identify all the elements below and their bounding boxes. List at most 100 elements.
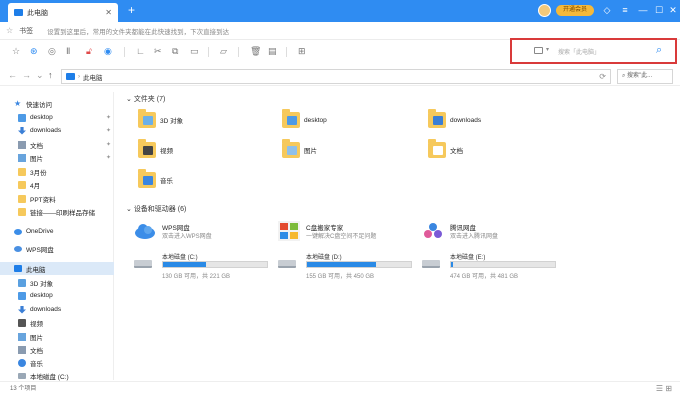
minimize-button[interactable]: — — [636, 3, 650, 17]
history-chevron-icon[interactable]: ⌄ — [36, 70, 44, 81]
lock-icon[interactable]: 🔓︎ — [86, 46, 92, 57]
close-tab-icon[interactable]: ✕ — [105, 8, 112, 17]
folder-desktop[interactable]: desktop — [282, 109, 327, 128]
search-input[interactable]: 搜索「此电脑」 — [558, 47, 600, 56]
pin-icon: ✦ — [105, 142, 111, 148]
windows-icon — [278, 221, 300, 241]
sidebar-item-music[interactable]: 音乐 — [0, 356, 114, 369]
folder-downloads[interactable]: downloads — [428, 109, 481, 128]
computer-icon — [14, 265, 22, 272]
sidebar-item-label: desktop — [30, 114, 53, 121]
sidebar-item-desktop[interactable]: desktop ✦ — [0, 111, 114, 124]
cut-icon[interactable]: ✂ — [154, 46, 162, 57]
sidebar-item-label: 音乐 — [30, 360, 43, 368]
bookmark-label[interactable]: 书签 — [19, 26, 33, 36]
bookmark-star-icon[interactable]: ☆ — [6, 26, 13, 35]
sidebar-item-label: 链接——印刷样品存储 — [30, 209, 95, 217]
sidebar-item-this-pc[interactable]: 此电脑 — [0, 262, 114, 275]
sidebar-item-label: 3月份 — [30, 169, 47, 177]
devices-group-header[interactable]: ⌄ 设备和驱动器 (6) — [126, 204, 186, 214]
address-bar[interactable]: › 此电脑 ⟳ — [61, 69, 611, 84]
vip-button[interactable]: 开通会员 — [556, 5, 594, 16]
share-icon[interactable]: ◎ — [48, 46, 56, 57]
new-folder-icon[interactable]: ▱ — [220, 46, 227, 57]
wps-cloud-icon — [14, 245, 22, 252]
app-sub: 一键解决C盘空间不足问题 — [306, 234, 377, 240]
folder-pictures[interactable]: 图片 — [282, 139, 317, 158]
sidebar-item-videos[interactable]: 视频 — [0, 316, 114, 329]
refresh-icon[interactable]: ⟳ — [599, 72, 606, 81]
search-box[interactable]: ▾ 搜索「此电脑」 ⌕ — [510, 38, 677, 64]
music-icon — [18, 358, 26, 367]
sidebar-item-downloads-2[interactable]: downloads — [0, 303, 114, 316]
pause-icon[interactable]: Ⅱ — [66, 46, 70, 57]
sidebar-item-ppt[interactable]: PPT资料 — [0, 192, 114, 205]
chevron-down-icon[interactable]: ▾ — [546, 46, 549, 53]
drive-icon — [278, 260, 296, 268]
app-sub: 双击进入腾讯网盘 — [450, 234, 499, 240]
new-tab-button[interactable]: + — [128, 4, 135, 16]
sidebar-item-label: WPS网盘 — [26, 246, 54, 254]
search-icon[interactable]: ⌕ — [656, 44, 662, 57]
sidebar-item-quick-access[interactable]: ★ 快速访问 — [0, 97, 114, 110]
folder-documents[interactable]: 文档 — [428, 139, 463, 158]
scope-icon[interactable] — [534, 47, 543, 54]
folder-icon — [18, 167, 26, 176]
sidebar-item-desktop-2[interactable]: desktop — [0, 289, 114, 302]
view-toggle-icon[interactable]: ☰ ⊞ — [656, 385, 672, 393]
menu-icon[interactable]: ≡ — [618, 3, 632, 17]
nav-search-input[interactable]: ⌕ 搜索"此... — [617, 69, 673, 84]
view-icon[interactable]: ⊞ — [298, 46, 306, 57]
properties-icon[interactable]: ▤ — [268, 46, 277, 57]
breadcrumb[interactable]: 此电脑 — [83, 72, 103, 82]
desktop-icon — [18, 291, 26, 300]
skin-icon[interactable]: ◇ — [600, 3, 614, 17]
sidebar-item-downloads[interactable]: downloads ✦ — [0, 124, 114, 137]
folder-music[interactable]: 音乐 — [138, 169, 173, 188]
drive-icon — [422, 260, 440, 268]
sidebar-item-pictures[interactable]: 图片 ✦ — [0, 151, 114, 164]
folder-3d-objects[interactable]: 3D 对象 — [138, 109, 183, 128]
close-window-button[interactable]: ✕ — [666, 3, 680, 17]
drive-name: 本地磁盘 (C:) — [162, 255, 198, 261]
forward-button[interactable]: → — [22, 70, 31, 81]
app-sub: 双击进入WPS网盘 — [162, 234, 212, 240]
maximize-button[interactable]: ☐ — [652, 3, 666, 17]
download-icon — [18, 126, 26, 135]
wps-cloud-icon — [135, 224, 155, 239]
sidebar-item-onedrive[interactable]: OneDrive — [0, 225, 114, 238]
sync-icon[interactable]: ⊛ — [30, 46, 38, 57]
tab-this-pc[interactable]: 此电脑 ✕ — [8, 3, 118, 22]
rename-icon[interactable]: ∟ — [136, 46, 145, 57]
chevron-right-icon[interactable]: › — [78, 74, 80, 80]
folders-group-header[interactable]: ⌄ 文件夹 (7) — [126, 94, 165, 104]
sidebar-item-label: PPT资料 — [30, 196, 56, 204]
paste-icon[interactable]: ▭ — [190, 46, 199, 57]
sidebar-item-label: desktop — [30, 292, 53, 299]
sidebar-item-wps-cloud[interactable]: WPS网盘 — [0, 242, 114, 255]
drive-usage-fill — [307, 262, 376, 267]
sidebar-item-3d-objects[interactable]: 3D 对象 — [0, 276, 114, 289]
sidebar-item-label: 视频 — [30, 320, 43, 328]
favorite-icon[interactable]: ☆ — [12, 46, 20, 57]
sidebar-item-label: 4月 — [30, 182, 41, 190]
sidebar-item-pictures-2[interactable]: 图片 — [0, 330, 114, 343]
delete-icon[interactable]: 🗑︎ — [250, 46, 261, 57]
sidebar-item-march[interactable]: 3月份 — [0, 165, 114, 178]
item-count: 13 个项目 — [10, 386, 37, 392]
eye-icon[interactable]: ◉ — [104, 46, 112, 57]
sidebar-item-label: 快速访问 — [26, 101, 52, 109]
copy-icon[interactable]: ⧉ — [172, 46, 178, 57]
sidebar-item-documents[interactable]: 文档 ✦ — [0, 138, 114, 151]
sidebar-item-documents-2[interactable]: 文档 — [0, 343, 114, 356]
sidebar-item-april[interactable]: 4月 — [0, 178, 114, 191]
nav-bar: ← → ⌄ ↑ › 此电脑 ⟳ ⌕ 搜索"此... — [0, 66, 680, 86]
folder-videos[interactable]: 视频 — [138, 139, 173, 158]
up-button[interactable]: ↑ — [48, 70, 53, 81]
sidebar-item-link-storage[interactable]: 链接——印刷样品存储 — [0, 205, 114, 218]
drive-space: 130 GB 可用，共 221 GB — [162, 274, 231, 280]
folder-icon — [282, 139, 300, 158]
avatar[interactable] — [538, 4, 551, 17]
back-button[interactable]: ← — [8, 70, 17, 81]
drive-usage-bar — [306, 261, 412, 268]
